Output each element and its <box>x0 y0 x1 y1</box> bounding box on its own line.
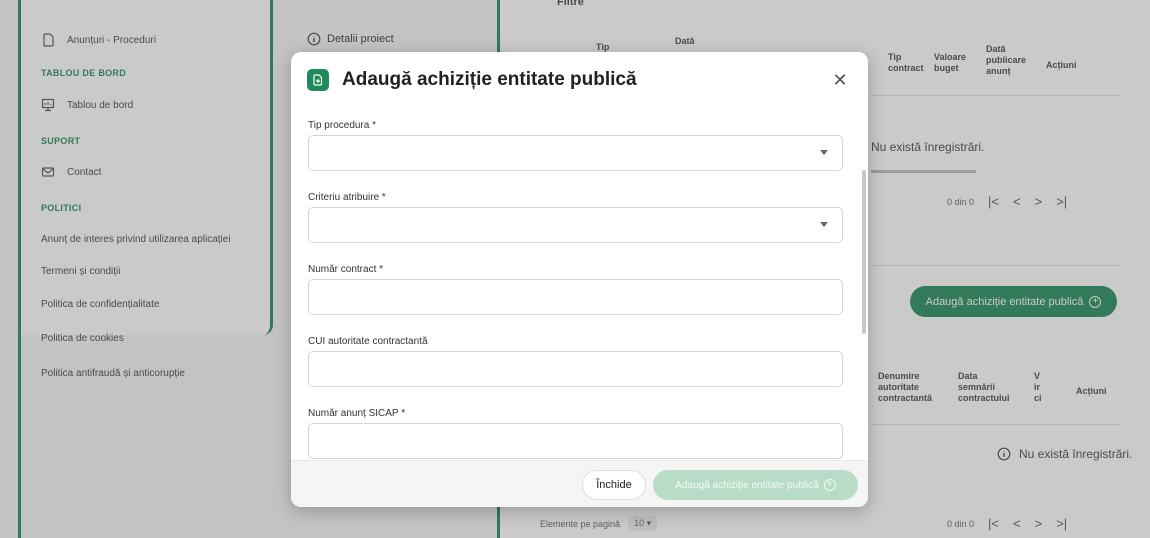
modal-body: Tip procedura * Criteriu atribuire * Num… <box>291 110 868 460</box>
add-procurement-modal: Adaugă achiziție entitate publică ✕ Tip … <box>291 52 868 507</box>
chevron-down-icon <box>820 222 828 227</box>
numar-contract-input[interactable] <box>308 279 843 315</box>
close-icon[interactable]: ✕ <box>830 70 850 90</box>
plus-circle-icon: + <box>823 479 836 491</box>
criteriu-atribuire-select[interactable] <box>308 207 843 243</box>
modal-header: Adaugă achiziție entitate publică ✕ <box>291 52 868 110</box>
field-label-cui: CUI autoritate contractantă <box>308 336 428 347</box>
field-label-sicap: Număr anunț SICAP * <box>308 408 406 419</box>
field-label-criteriu: Criteriu atribuire * <box>308 192 386 203</box>
submit-button[interactable]: Adaugă achiziție entitate publică + <box>653 470 858 500</box>
submit-label: Adaugă achiziție entitate publică <box>675 479 819 491</box>
chevron-down-icon <box>820 150 828 155</box>
field-label-tip-procedura: Tip procedura * <box>308 120 376 131</box>
field-label-numar-contract: Număr contract * <box>308 264 384 275</box>
document-add-icon <box>307 69 329 91</box>
modal-scrollbar[interactable] <box>862 170 866 334</box>
close-button[interactable]: Închide <box>582 470 646 500</box>
tip-procedura-select[interactable] <box>308 135 843 171</box>
modal-footer: Închide Adaugă achiziție entitate public… <box>291 460 868 507</box>
cui-autoritate-input[interactable] <box>308 351 843 387</box>
modal-title: Adaugă achiziție entitate publică <box>342 69 637 90</box>
numar-anunt-sicap-input[interactable] <box>308 423 843 459</box>
